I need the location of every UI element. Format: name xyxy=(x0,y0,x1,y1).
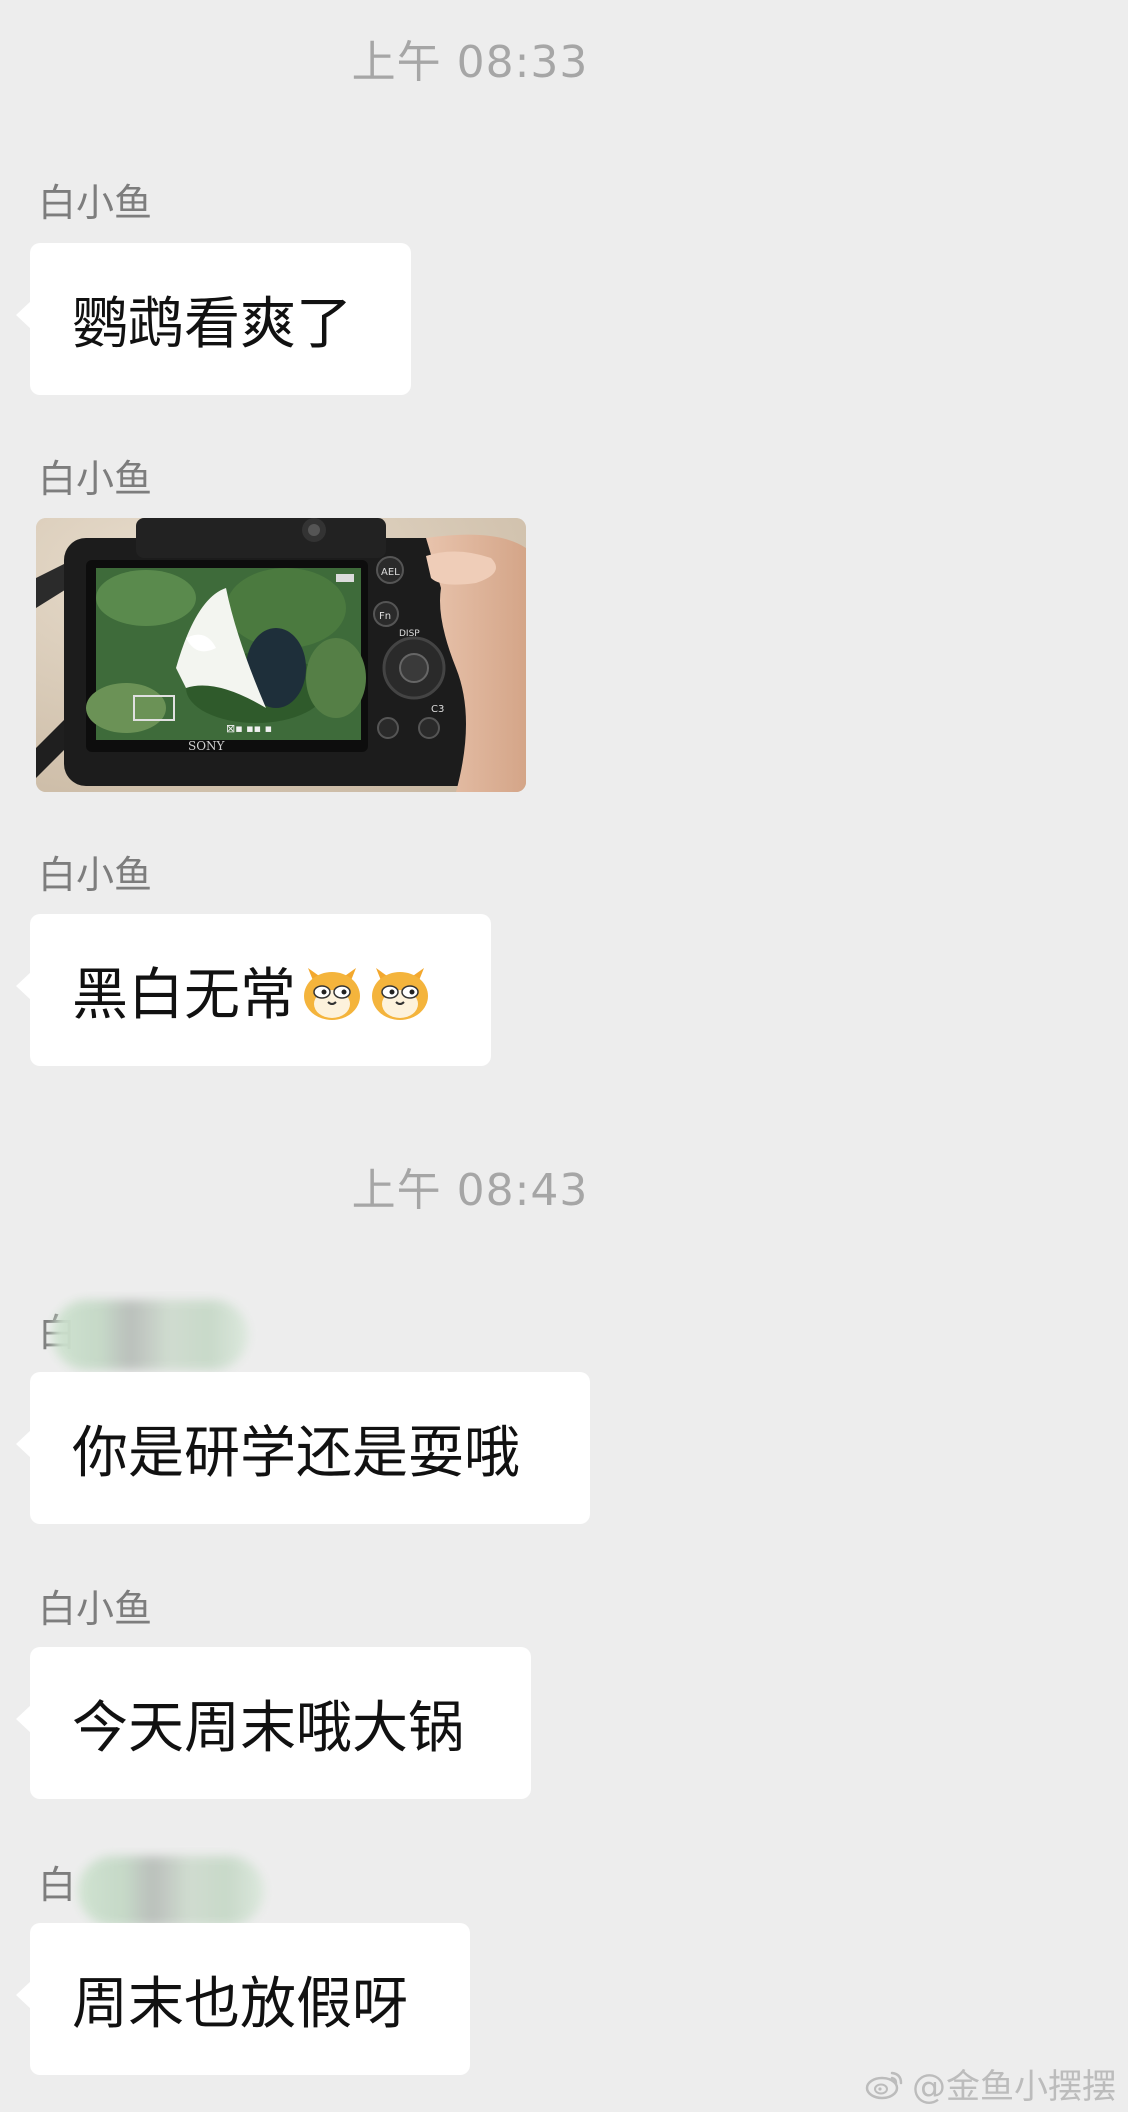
obscured-name-patch xyxy=(78,1856,264,1926)
timestamp: 上午 08:43 xyxy=(351,1165,589,1216)
ael-button-label: AEL xyxy=(381,567,400,578)
sender-name: 白 xyxy=(38,1863,77,1907)
message-text: 黑白无常 xyxy=(72,962,296,1028)
obscured-name-patch xyxy=(52,1300,248,1370)
message-text: 你是研学还是耍哦 xyxy=(72,1420,520,1486)
sender-name: 白小鱼 xyxy=(38,853,153,897)
watermark-text: @金鱼小摆摆 xyxy=(912,2067,1116,2107)
sender-name: 白小鱼 xyxy=(38,457,153,501)
weibo-icon xyxy=(865,2071,903,2099)
camera-brand-text: SONY xyxy=(188,739,226,753)
message-text: 鹦鹉看爽了 xyxy=(72,291,352,357)
message-bubble[interactable]: 今天周末哦大锅 xyxy=(16,1647,531,1799)
message-bubble[interactable]: 周末也放假呀 xyxy=(16,1923,470,2075)
message-bubble[interactable]: 黑白无常 xyxy=(16,914,491,1066)
message-text: 今天周末哦大锅 xyxy=(72,1695,464,1761)
c3-label: C3 xyxy=(431,704,444,715)
fn-button-label: Fn xyxy=(379,611,391,622)
camera-screen-status-text: ⊠▪ ▪▪ ▪ xyxy=(226,722,272,735)
message-bubble[interactable]: 你是研学还是耍哦 xyxy=(16,1372,590,1524)
camera-photo-image: ⊠▪ ▪▪ ▪ SONY AEL Fn DISP C3 xyxy=(36,518,526,792)
camera-screen-photo[interactable]: ⊠▪ ▪▪ ▪ SONY AEL Fn DISP C3 xyxy=(36,518,526,792)
message-bubble[interactable]: 鹦鹉看爽了 xyxy=(16,243,411,395)
timestamp: 上午 08:33 xyxy=(351,37,589,88)
message-text: 周末也放假呀 xyxy=(72,1971,408,2037)
watermark: @金鱼小摆摆 xyxy=(864,2059,1116,2108)
sender-name: 白小鱼 xyxy=(38,181,153,225)
doge-cat-emoji xyxy=(304,968,360,1020)
sender-name: 白小鱼 xyxy=(38,1587,153,1631)
doge-cat-emoji xyxy=(372,968,428,1020)
